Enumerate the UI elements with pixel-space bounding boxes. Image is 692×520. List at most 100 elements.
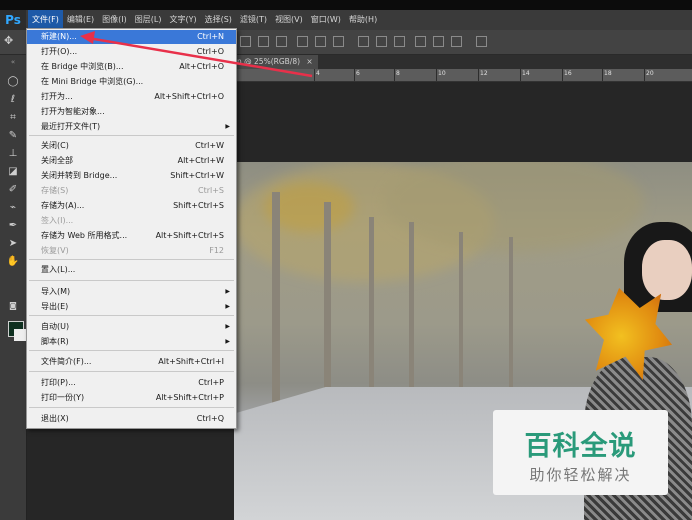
- menu-item-shortcut: Shift+Ctrl+S: [173, 201, 224, 210]
- file-menu-item[interactable]: 脚本(R) ▶: [27, 335, 236, 349]
- menu-item-label: 文件简介(F)...: [41, 357, 92, 366]
- file-menu-item[interactable]: 在 Bridge 中浏览(B)... Alt+Ctrl+O: [27, 60, 236, 74]
- horizontal-ruler: 4 6 8 10 12 14 16 18 20: [234, 69, 692, 82]
- submenu-arrow-icon: ▶: [225, 323, 230, 330]
- menu-item[interactable]: 滤镜(T): [236, 10, 271, 30]
- menu-item[interactable]: 窗口(W): [307, 10, 345, 30]
- file-menu-item[interactable]: 文件简介(F)... Alt+Shift+Ctrl+I: [27, 355, 236, 369]
- menu-item-label: 存储为 Web 所用格式...: [41, 231, 128, 240]
- file-menu-item[interactable]: 自动(U) ▶: [27, 320, 236, 334]
- stamp-icon[interactable]: ⊥: [5, 147, 21, 161]
- menu-item-label: 关闭(C): [41, 141, 69, 150]
- file-menu-item[interactable]: 打印(P)... Ctrl+P: [27, 376, 236, 390]
- file-menu-item[interactable]: 打开(O)... Ctrl+O: [27, 45, 236, 59]
- file-menu-item[interactable]: 新建(N)... Ctrl+N: [27, 30, 236, 44]
- menu-item[interactable]: 文件(F): [28, 10, 63, 30]
- tab-close-icon[interactable]: ×: [306, 57, 312, 66]
- menu-item[interactable]: 选择(S): [201, 10, 236, 30]
- history-brush-icon[interactable]: ⌁: [5, 201, 21, 215]
- menu-item[interactable]: 图像(I): [98, 10, 131, 30]
- menu-item-label: 存储为(A)...: [41, 201, 85, 210]
- menu-separator: [29, 280, 234, 281]
- menu-item-shortcut: Shift+Ctrl+W: [170, 171, 224, 180]
- menu-item-shortcut: Alt+Shift+Ctrl+O: [154, 92, 224, 101]
- menu-item-shortcut: Ctrl+P: [198, 378, 224, 387]
- file-menu-item[interactable]: 打开为智能对象...: [27, 105, 236, 119]
- distribute-hcenter-icon[interactable]: [433, 36, 444, 47]
- submenu-arrow-icon: ▶: [225, 123, 230, 130]
- file-menu-item[interactable]: 退出(X) Ctrl+Q: [27, 412, 236, 426]
- menu-bar: Ps 文件(F) 编辑(E) 图像(I) 图层(L) 文字(Y) 选择(S) 滤镜(T) 视图…: [0, 10, 692, 30]
- menu-item-label: 存储(S): [41, 186, 69, 195]
- distribute-left-icon[interactable]: [415, 36, 426, 47]
- menu-separator: [29, 371, 234, 372]
- ruler-tick-label: 6: [356, 70, 360, 77]
- file-menu-item[interactable]: 存储为(A)... Shift+Ctrl+S: [27, 199, 236, 213]
- menu-item[interactable]: 文字(Y): [165, 10, 200, 30]
- menu-item[interactable]: 图层(L): [131, 10, 166, 30]
- menu-item[interactable]: 编辑(E): [63, 10, 98, 30]
- file-menu-item[interactable]: 关闭全部 Alt+Ctrl+W: [27, 154, 236, 168]
- eraser-icon[interactable]: ◪: [5, 165, 21, 179]
- menu-item-label: 最近打开文件(T): [41, 122, 101, 131]
- distribute-top-icon[interactable]: [358, 36, 369, 47]
- ruler-tick-line: [644, 69, 645, 81]
- file-menu-item[interactable]: 在 Mini Bridge 中浏览(G)...: [27, 75, 236, 89]
- menu-item-shortcut: Ctrl+W: [195, 141, 224, 150]
- file-menu-item[interactable]: 存储为 Web 所用格式... Alt+Shift+Ctrl+S: [27, 229, 236, 243]
- menu-item-shortcut: Alt+Shift+Ctrl+P: [155, 393, 224, 402]
- document-tab-label: n @ 25%(RGB/8): [237, 57, 301, 66]
- crop-icon[interactable]: ⌗: [5, 111, 21, 125]
- eyedropper-icon[interactable]: ✎: [5, 129, 21, 143]
- file-menu-item[interactable]: 关闭并转到 Bridge... Shift+Ctrl+W: [27, 169, 236, 183]
- menu-item[interactable]: 帮助(H): [345, 10, 381, 30]
- lasso-icon[interactable]: ℓ: [5, 93, 21, 107]
- menu-item-shortcut: Ctrl+O: [196, 47, 224, 56]
- ruler-tick-line: [354, 69, 355, 81]
- menu-item-label: 打印(P)...: [41, 378, 76, 387]
- align-left-icon[interactable]: [297, 36, 308, 47]
- document-tab[interactable]: n @ 25%(RGB/8) ×: [234, 55, 318, 69]
- ruler-tick-line: [394, 69, 395, 81]
- file-menu-item[interactable]: 打印一份(Y) Alt+Shift+Ctrl+P: [27, 391, 236, 405]
- menu-item-shortcut: Alt+Ctrl+W: [177, 156, 224, 165]
- pen-icon[interactable]: ✒: [5, 219, 21, 233]
- menu-item-label: 关闭并转到 Bridge...: [41, 171, 118, 180]
- background-color-swatch[interactable]: [14, 329, 26, 341]
- watermark-subtitle: 助你轻松解决: [529, 466, 632, 484]
- align-vcenter-icon[interactable]: [258, 36, 269, 47]
- brush-icon[interactable]: ✐: [5, 183, 21, 197]
- hand-icon[interactable]: ✋: [5, 255, 21, 269]
- file-menu-item[interactable]: 打开为... Alt+Shift+Ctrl+O: [27, 90, 236, 104]
- ruler-tick-label: 4: [316, 70, 320, 77]
- panel-collapse-icon[interactable]: «: [5, 55, 21, 69]
- file-menu-item[interactable]: 置入(L)...: [27, 263, 236, 277]
- marquee-icon[interactable]: ◯: [5, 75, 21, 89]
- distribute-right-icon[interactable]: [451, 36, 462, 47]
- distribute-vcenter-icon[interactable]: [376, 36, 387, 47]
- menu-item-label: 置入(L)...: [41, 265, 76, 274]
- menu-item-label: 导出(E): [41, 302, 69, 311]
- distribute-bottom-icon[interactable]: [394, 36, 405, 47]
- menu-item-label: 恢复(V): [41, 246, 69, 255]
- file-menu-item[interactable]: 关闭(C) Ctrl+W: [27, 139, 236, 153]
- align-top-icon[interactable]: [240, 36, 251, 47]
- watermark-title: 百科全说: [524, 431, 637, 462]
- ruler-tick-label: 12: [480, 70, 488, 77]
- align-bottom-icon[interactable]: [276, 36, 287, 47]
- file-menu-item[interactable]: 导入(M) ▶: [27, 285, 236, 299]
- menu-item-label: 打开为...: [41, 92, 73, 101]
- selection-icon[interactable]: ➤: [5, 237, 21, 251]
- align-hcenter-icon[interactable]: [315, 36, 326, 47]
- move-tool-icon[interactable]: ✥: [4, 34, 13, 47]
- auto-align-icon[interactable]: [476, 36, 487, 47]
- photoshop-logo: Ps: [0, 10, 26, 30]
- ruler-tick-line: [436, 69, 437, 81]
- align-right-icon[interactable]: [333, 36, 344, 47]
- menu-item[interactable]: 视图(V): [271, 10, 307, 30]
- file-menu-item[interactable]: 导出(E) ▶: [27, 300, 236, 314]
- quick-mask-icon[interactable]: ◙: [5, 299, 21, 313]
- file-menu-item[interactable]: 最近打开文件(T) ▶: [27, 120, 236, 134]
- menu-item-label: 导入(M): [41, 287, 71, 296]
- tools-panel: « ◯ ℓ ⌗ ✎ ⊥ ◪ ✐ ⌁ ✒ ➤ ✋ ◙: [0, 55, 27, 520]
